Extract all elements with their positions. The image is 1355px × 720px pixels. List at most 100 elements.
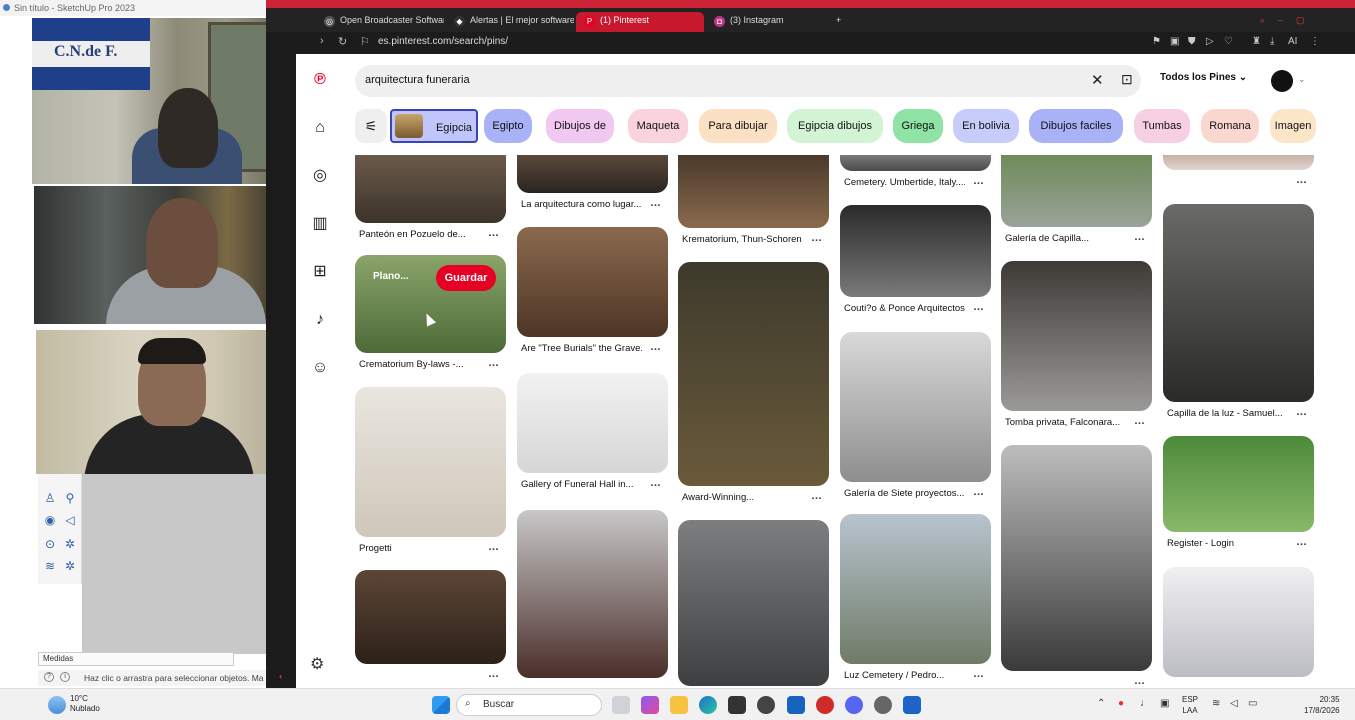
- bookmark-icon[interactable]: ⚑: [1152, 36, 1161, 47]
- tab-alertas[interactable]: ◆ Alertas | El mejor software: [446, 12, 574, 32]
- boards-icon[interactable]: ▥: [310, 214, 330, 234]
- notifications-icon[interactable]: ♪: [310, 310, 330, 330]
- task-view-icon[interactable]: [612, 696, 630, 714]
- volume-icon[interactable]: ◁: [1230, 698, 1238, 709]
- tab-obs[interactable]: ◎ Open Broadcaster Softwar: [316, 12, 444, 32]
- pin-title[interactable]: La arquitectura como lugar...: [521, 199, 642, 210]
- tray-chevron-icon[interactable]: ⌃: [1097, 698, 1105, 709]
- microphone-icon[interactable]: ♩: [1140, 698, 1150, 709]
- more-options-icon[interactable]: …: [488, 357, 499, 369]
- more-options-icon[interactable]: …: [488, 668, 499, 680]
- guide-chip[interactable]: En bolivia: [953, 109, 1019, 143]
- pin-title[interactable]: Gallery of Funeral Hall in...: [521, 479, 642, 490]
- explore-icon[interactable]: ◎: [310, 166, 330, 186]
- discord-icon[interactable]: [845, 696, 863, 714]
- guide-chip[interactable]: Dibujos de: [546, 109, 614, 143]
- guide-chip[interactable]: Griega: [893, 109, 943, 143]
- pin-card[interactable]: [1163, 155, 1314, 170]
- more-options-icon[interactable]: …: [973, 301, 984, 313]
- tab-instagram[interactable]: ◘ (3) Instagram: [706, 12, 834, 32]
- pinterest-logo-icon[interactable]: ℗: [310, 70, 330, 90]
- clock[interactable]: 20:35 17/8/2026: [1304, 694, 1340, 716]
- guide-chip[interactable]: Imagen: [1270, 109, 1316, 143]
- pin-title[interactable]: Are "Tree Burials" the Grave...: [521, 343, 642, 354]
- opera-icon[interactable]: [816, 696, 834, 714]
- orbit-tool-icon[interactable]: ✲: [62, 536, 78, 552]
- more-options-icon[interactable]: …: [973, 486, 984, 498]
- windows-start-icon[interactable]: [432, 696, 450, 714]
- app-icon[interactable]: [874, 696, 892, 714]
- language-indicator[interactable]: ESP LAA: [1182, 694, 1198, 716]
- guide-chip[interactable]: Tumbas: [1134, 109, 1190, 143]
- pin-card[interactable]: [517, 155, 668, 193]
- tray-app-icon[interactable]: ▣: [1160, 698, 1169, 709]
- clear-search-icon[interactable]: ✕: [1091, 71, 1104, 89]
- pin-card[interactable]: [355, 570, 506, 664]
- pin-title[interactable]: Luz Cemetery / Pedro...: [844, 670, 965, 681]
- pin-card[interactable]: [678, 155, 829, 228]
- taskbar-search[interactable]: ⌕ Buscar: [456, 694, 602, 716]
- pin-card[interactable]: [1163, 204, 1314, 402]
- pin-card[interactable]: [355, 155, 506, 223]
- shield-icon[interactable]: ⛊: [1188, 36, 1196, 47]
- guide-chip[interactable]: Maqueta: [628, 109, 688, 143]
- sandbox-tool-icon[interactable]: ✲: [62, 558, 78, 574]
- store-icon[interactable]: [728, 696, 746, 714]
- url-field[interactable]: es.pinterest.com/search/pins/: [378, 36, 508, 47]
- new-tab-button[interactable]: +: [832, 12, 852, 32]
- pin-card[interactable]: [678, 262, 829, 486]
- guide-chip[interactable]: Dibujos faciles: [1029, 109, 1123, 143]
- maximize-icon[interactable]: ▢: [1294, 12, 1308, 32]
- pin-title[interactable]: Panteón en Pozuelo de...: [359, 229, 480, 240]
- pin-card[interactable]: [840, 155, 991, 171]
- site-info-icon[interactable]: ⚐: [360, 35, 370, 48]
- pin-title[interactable]: Galería de Capilla...: [1005, 233, 1126, 244]
- account-chevron-icon[interactable]: ⌄: [1298, 74, 1306, 85]
- file-explorer-icon[interactable]: [670, 696, 688, 714]
- board-select-label[interactable]: Plano...: [373, 271, 409, 282]
- more-options-icon[interactable]: …: [811, 490, 822, 502]
- extensions-icon[interactable]: ♜: [1252, 36, 1261, 47]
- pin-card[interactable]: [840, 332, 991, 482]
- sketchup-taskbar-icon[interactable]: [903, 696, 921, 714]
- pin-title[interactable]: Award-Winning...: [682, 492, 803, 503]
- more-options-icon[interactable]: …: [650, 477, 661, 489]
- more-options-icon[interactable]: …: [1296, 536, 1307, 548]
- avatar[interactable]: [1271, 70, 1293, 92]
- copilot-icon[interactable]: [641, 696, 659, 714]
- pin-card[interactable]: [840, 205, 991, 297]
- more-options-icon[interactable]: …: [650, 197, 661, 209]
- pin-title[interactable]: Register - Login: [1167, 538, 1288, 549]
- tab-pinterest[interactable]: P (1) Pinterest: [576, 12, 704, 32]
- search-input[interactable]: arquitectura funeraria ✕ ⊡: [355, 65, 1141, 97]
- more-options-icon[interactable]: …: [488, 541, 499, 553]
- pin-title[interactable]: Couti?o & Ponce Arquitectos: [844, 303, 965, 314]
- pin-card[interactable]: [840, 514, 991, 664]
- edge-icon[interactable]: [699, 696, 717, 714]
- forward-icon[interactable]: ›: [320, 35, 324, 47]
- measures-box[interactable]: Medidas: [38, 652, 234, 666]
- more-options-icon[interactable]: …: [1296, 406, 1307, 418]
- info-icon[interactable]: i: [60, 672, 70, 682]
- ai-button[interactable]: AI: [1288, 36, 1297, 47]
- create-icon[interactable]: ⊞: [310, 262, 330, 282]
- pin-card[interactable]: [517, 510, 668, 678]
- pin-card[interactable]: [1001, 445, 1152, 671]
- guide-chip[interactable]: Egipcia: [390, 109, 478, 143]
- reload-icon[interactable]: ↻: [338, 35, 347, 48]
- scope-dropdown[interactable]: Todos los Pines ⌄: [1160, 72, 1247, 90]
- pin-title[interactable]: Cemetery. Umbertide, Italy....: [844, 177, 965, 188]
- camera-search-icon[interactable]: ⊡: [1121, 71, 1133, 88]
- pin-card[interactable]: [1001, 261, 1152, 411]
- menu-icon[interactable]: ⋮: [1310, 36, 1320, 47]
- search-tabs-icon[interactable]: ⌕: [1258, 12, 1272, 32]
- minimize-icon[interactable]: –: [1276, 12, 1290, 32]
- download-icon[interactable]: ⤓: [1270, 36, 1274, 47]
- pin-title[interactable]: Tomba privata, Falconara...: [1005, 417, 1126, 428]
- guide-chip[interactable]: Romana: [1201, 109, 1259, 143]
- guide-chip[interactable]: Egipcia dibujos: [787, 109, 883, 143]
- guide-chip[interactable]: Para dibujar: [699, 109, 777, 143]
- pin-card[interactable]: [355, 387, 506, 537]
- play-icon[interactable]: ▷: [1206, 36, 1214, 47]
- settings-icon[interactable]: ⚙: [310, 654, 324, 674]
